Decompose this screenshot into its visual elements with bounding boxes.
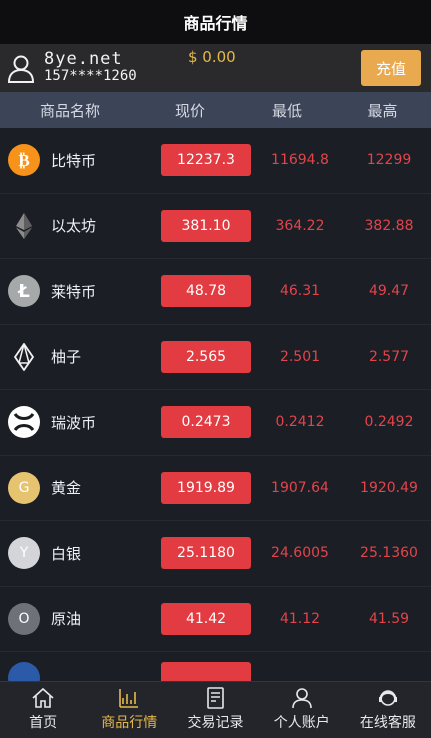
tab-label: 在线客服 xyxy=(359,715,416,731)
account-bar: 8ye.net 157****1260 $ 0.00 充值 xyxy=(0,44,431,92)
high-value: 25.1360 xyxy=(360,545,418,562)
commodity-name: 白银 xyxy=(51,544,82,563)
commodity-name: 以太坊 xyxy=(51,217,97,236)
page-title: 商品行情 xyxy=(0,0,431,44)
coin-icon xyxy=(8,662,40,682)
quote-row[interactable]: 柚子 2.565 2.501 2.577 xyxy=(0,325,431,390)
bottom-tab-bar: 首页 商品行情 交易记录 个人账户 在线客服 xyxy=(0,681,431,738)
service-icon xyxy=(378,690,397,706)
high-value: 2.577 xyxy=(368,348,410,365)
eos-icon xyxy=(8,341,40,373)
commodity-name: 柚子 xyxy=(51,348,82,367)
commodity-name: 原油 xyxy=(51,610,82,629)
low-value: 46.31 xyxy=(279,283,321,300)
bitcoin-icon: ₿ xyxy=(8,144,40,177)
commodity-name: 莱特币 xyxy=(51,282,97,301)
home-icon xyxy=(32,687,54,708)
col-name-header: 商品名称 xyxy=(39,101,100,120)
account-site: 8ye.net xyxy=(44,49,123,69)
price-badge[interactable] xyxy=(161,662,251,682)
commodity-name: 瑞波币 xyxy=(51,413,97,432)
high-value: 1920.49 xyxy=(360,479,418,496)
high-value: 12299 xyxy=(366,152,412,169)
litecoin-icon: Ł xyxy=(8,275,40,308)
high-value: 41.59 xyxy=(368,610,410,627)
svg-text:₿: ₿ xyxy=(18,151,29,170)
high-value: 0.2492 xyxy=(364,414,414,431)
high-value: 382.88 xyxy=(364,217,414,234)
svg-text:Ł: Ł xyxy=(17,281,30,301)
balance-amount: $ 0.00 xyxy=(188,48,236,66)
quote-row[interactable]: 以太坊 381.10 364.22 382.88 xyxy=(0,194,431,259)
user-avatar-icon xyxy=(7,55,35,83)
col-price-header: 现价 xyxy=(174,101,205,120)
low-value: 2.501 xyxy=(279,348,321,365)
price-badge[interactable]: 12237.3 xyxy=(161,144,251,177)
quote-list[interactable]: ₿ 比特币 12237.3 11694.8 12299 以太坊 381.10 3… xyxy=(0,128,431,682)
quote-row[interactable]: ₿ 比特币 12237.3 11694.8 12299 xyxy=(0,128,431,194)
tab-label: 商品行情 xyxy=(101,715,158,731)
tab-label: 交易记录 xyxy=(187,715,244,731)
silver-icon: Y xyxy=(8,537,40,570)
quote-row[interactable]: 瑞波币 0.2473 0.2412 0.2492 xyxy=(0,390,431,456)
tab-records[interactable]: 交易记录 xyxy=(172,682,258,738)
account-phone: 157****1260 xyxy=(44,68,137,84)
price-badge[interactable]: 25.1180 xyxy=(161,537,251,570)
records-icon xyxy=(206,687,224,709)
price-badge[interactable]: 381.10 xyxy=(161,209,251,242)
low-value: 364.22 xyxy=(275,217,325,234)
low-value: 11694.8 xyxy=(271,152,329,169)
low-value: 0.2412 xyxy=(275,414,325,431)
tab-account[interactable]: 个人账户 xyxy=(259,682,345,738)
tab-home[interactable]: 首页 xyxy=(0,682,86,738)
low-value: 1907.64 xyxy=(271,479,329,496)
quote-row[interactable]: G 黄金 1919.89 1907.64 1920.49 xyxy=(0,456,431,521)
low-value: 24.6005 xyxy=(271,545,329,562)
quote-row[interactable]: Ł 莱特币 48.78 46.31 49.47 xyxy=(0,259,431,325)
ethereum-icon xyxy=(8,210,40,242)
tab-market[interactable]: 商品行情 xyxy=(86,682,172,738)
recharge-button[interactable]: 充值 xyxy=(361,50,421,86)
high-value: 49.47 xyxy=(368,283,410,300)
col-low-header: 最低 xyxy=(271,101,302,120)
quote-row[interactable]: O 原油 41.42 41.12 41.59 xyxy=(0,587,431,652)
col-high-header: 最高 xyxy=(367,101,398,120)
ripple-icon xyxy=(8,406,40,439)
quote-row-partial[interactable] xyxy=(0,652,431,682)
gold-icon: G xyxy=(8,471,40,504)
chart-icon xyxy=(119,689,139,708)
low-value: 41.12 xyxy=(279,610,321,627)
tab-label: 首页 xyxy=(29,715,58,731)
commodity-name: 比特币 xyxy=(51,151,97,170)
tab-service[interactable]: 在线客服 xyxy=(345,682,431,738)
quote-row[interactable]: Y 白银 25.1180 24.6005 25.1360 xyxy=(0,521,431,587)
price-badge[interactable]: 2.565 xyxy=(161,340,251,373)
commodity-name: 黄金 xyxy=(51,479,82,498)
oil-icon: O xyxy=(8,602,40,635)
column-header: 商品名称 现价 最低 最高 xyxy=(0,92,431,128)
tab-label: 个人账户 xyxy=(273,715,330,731)
price-badge[interactable]: 41.42 xyxy=(161,602,251,635)
user-icon xyxy=(291,688,312,709)
price-badge[interactable]: 0.2473 xyxy=(161,406,251,439)
price-badge[interactable]: 48.78 xyxy=(161,275,251,308)
price-badge[interactable]: 1919.89 xyxy=(161,471,251,504)
